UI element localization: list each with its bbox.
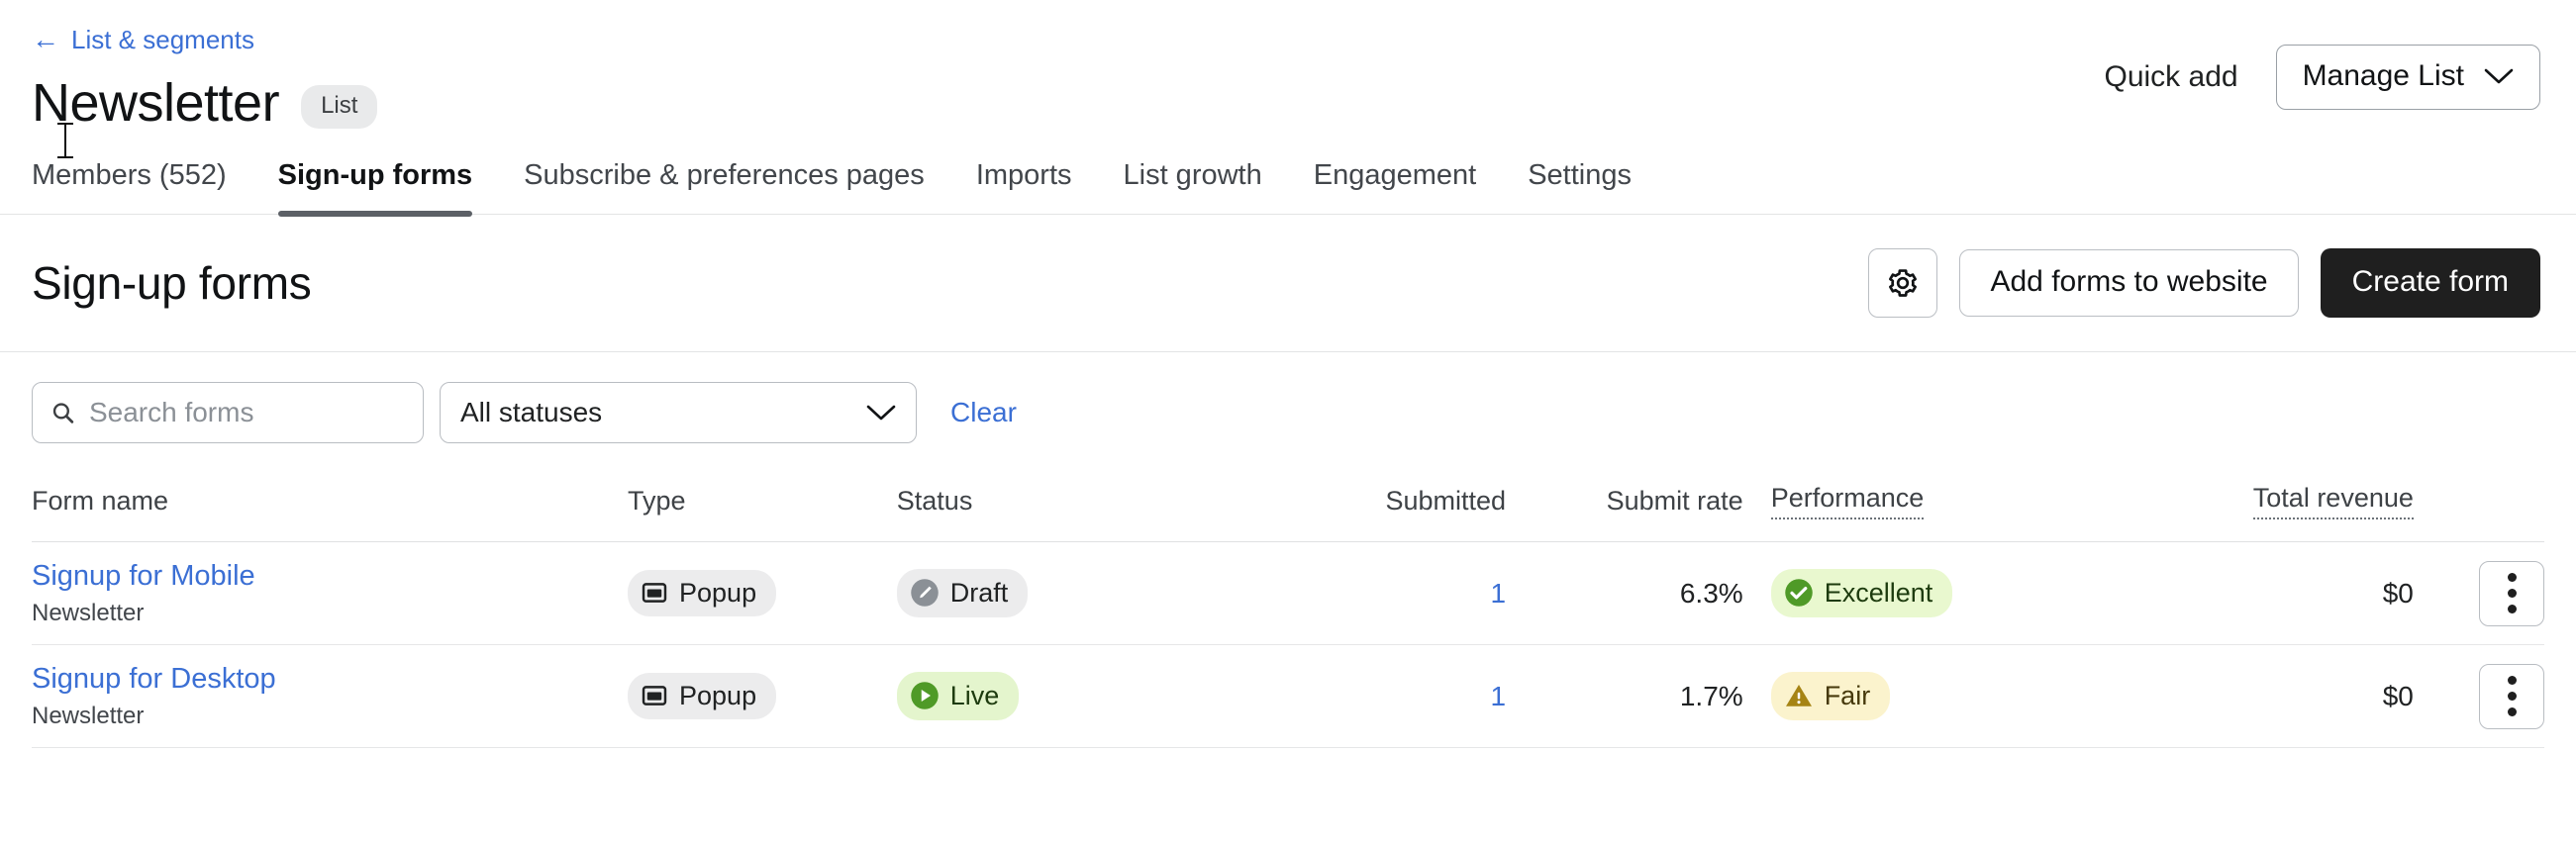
search-forms-field[interactable]	[32, 382, 424, 443]
clear-filters-link[interactable]: Clear	[950, 397, 1017, 428]
performance-badge-label: Fair	[1825, 683, 1871, 709]
form-settings-button[interactable]	[1868, 248, 1937, 318]
table-row[interactable]: Signup for Desktop Newsletter Popup	[32, 645, 2544, 748]
section-title: Sign-up forms	[32, 258, 311, 309]
column-header-submitted[interactable]: Submitted	[1263, 472, 1506, 538]
cell-type: Popup	[628, 673, 897, 719]
table-row[interactable]: Signup for Mobile Newsletter Popup	[32, 542, 2544, 645]
add-forms-to-website-button[interactable]: Add forms to website	[1959, 249, 2298, 317]
status-badge: Draft	[897, 569, 1029, 617]
tab-sign-up-forms[interactable]: Sign-up forms	[252, 159, 499, 214]
performance-badge: Excellent	[1771, 569, 1953, 617]
status-badge-label: Draft	[950, 580, 1009, 607]
back-to-list-segments-link[interactable]: ← List & segments	[32, 26, 254, 53]
create-form-button[interactable]: Create form	[2321, 248, 2540, 318]
cell-form-name: Signup for Desktop Newsletter	[32, 662, 628, 731]
column-header-total-revenue-label: Total revenue	[2253, 483, 2414, 519]
arrow-left-icon: ←	[32, 26, 59, 53]
cell-performance: Fair	[1743, 672, 2143, 720]
table-header-row: Form name Type Status Submitted Submit r…	[32, 469, 2544, 542]
tab-settings[interactable]: Settings	[1502, 159, 1657, 214]
chevron-down-icon	[866, 404, 896, 422]
kebab-menu-icon	[2508, 707, 2517, 716]
manage-list-button[interactable]: Manage List	[2276, 45, 2540, 110]
status-badge: Live	[897, 672, 1020, 720]
gear-icon	[1886, 266, 1920, 300]
type-badge: Popup	[628, 673, 776, 719]
cell-submit-rate: 1.7%	[1506, 681, 1743, 712]
form-list-name: Newsletter	[32, 703, 628, 731]
performance-badge: Fair	[1771, 672, 1891, 720]
forms-table: Form name Type Status Submitted Submit r…	[0, 469, 2576, 748]
tab-list-growth[interactable]: List growth	[1098, 159, 1288, 214]
column-header-status[interactable]: Status	[897, 472, 1263, 538]
tab-members[interactable]: Members (552)	[32, 159, 252, 214]
row-menu-button[interactable]	[2479, 664, 2544, 729]
cell-total-revenue: $0	[2142, 681, 2414, 712]
status-badge-label: Live	[950, 683, 1000, 709]
cell-actions	[2414, 561, 2544, 626]
tab-engagement[interactable]: Engagement	[1288, 159, 1502, 214]
type-badge-label: Popup	[679, 580, 756, 607]
kebab-menu-icon	[2508, 605, 2517, 613]
popup-window-icon	[641, 579, 668, 607]
filter-bar: All statuses Clear	[0, 352, 2576, 469]
submitted-count-link[interactable]: 1	[1490, 681, 1506, 711]
kebab-menu-icon	[2508, 589, 2517, 598]
list-type-badge: List	[301, 85, 377, 129]
popup-window-icon	[641, 682, 668, 709]
tab-imports[interactable]: Imports	[950, 159, 1098, 214]
back-link-label: List & segments	[71, 27, 254, 52]
kebab-menu-icon	[2508, 573, 2517, 582]
pencil-circle-icon	[910, 578, 940, 608]
form-name-link[interactable]: Signup for Mobile	[32, 559, 628, 594]
play-circle-icon	[910, 681, 940, 710]
table-header: Form name Type Status Submitted Submit r…	[32, 469, 2544, 542]
column-header-actions	[2414, 488, 2544, 523]
kebab-menu-icon	[2508, 692, 2517, 701]
row-menu-button[interactable]	[2479, 561, 2544, 626]
cell-status: Draft	[897, 569, 1263, 617]
cell-total-revenue: $0	[2142, 578, 2414, 610]
check-circle-icon	[1784, 578, 1814, 608]
column-header-form-name[interactable]: Form name	[32, 472, 628, 538]
cell-submit-rate: 6.3%	[1506, 578, 1743, 610]
cell-form-name: Signup for Mobile Newsletter	[32, 559, 628, 628]
form-name-link[interactable]: Signup for Desktop	[32, 662, 628, 697]
type-badge-label: Popup	[679, 683, 756, 709]
status-filter-select[interactable]: All statuses	[440, 382, 917, 443]
quick-add-button[interactable]: Quick add	[2104, 62, 2237, 92]
sign-up-forms-page: ← List & segments Newsletter List Quick …	[0, 0, 2576, 847]
section-header: Sign-up forms Add forms to website Creat…	[0, 215, 2576, 352]
search-icon	[50, 399, 75, 426]
cell-type: Popup	[628, 570, 897, 616]
column-header-submit-rate[interactable]: Submit rate	[1506, 472, 1743, 538]
header-actions: Quick add Manage List	[2104, 45, 2540, 110]
chevron-down-icon	[2484, 67, 2514, 85]
cell-performance: Excellent	[1743, 569, 2143, 617]
cell-status: Live	[897, 672, 1263, 720]
submitted-count-link[interactable]: 1	[1490, 578, 1506, 609]
list-nav-tabs: Members (552) Sign-up forms Subscribe & …	[0, 159, 2576, 215]
section-actions: Add forms to website Create form	[1868, 248, 2540, 318]
type-badge: Popup	[628, 570, 776, 616]
cell-actions	[2414, 664, 2544, 729]
status-filter-value: All statuses	[460, 397, 602, 428]
page-title: Newsletter	[32, 75, 279, 132]
column-header-performance[interactable]: Performance	[1743, 469, 2143, 541]
manage-list-label: Manage List	[2303, 61, 2464, 91]
cell-submitted: 1	[1263, 578, 1506, 610]
performance-badge-label: Excellent	[1825, 580, 1933, 607]
search-input[interactable]	[89, 397, 405, 428]
warning-triangle-icon	[1784, 681, 1814, 710]
column-header-total-revenue[interactable]: Total revenue	[2142, 469, 2414, 541]
cell-submitted: 1	[1263, 681, 1506, 712]
column-header-performance-label: Performance	[1771, 483, 1925, 519]
column-header-type[interactable]: Type	[628, 472, 897, 538]
form-list-name: Newsletter	[32, 600, 628, 628]
page-header: ← List & segments Newsletter List Quick …	[0, 0, 2576, 132]
tab-subscribe-preferences-pages[interactable]: Subscribe & preferences pages	[498, 159, 950, 214]
kebab-menu-icon	[2508, 676, 2517, 685]
